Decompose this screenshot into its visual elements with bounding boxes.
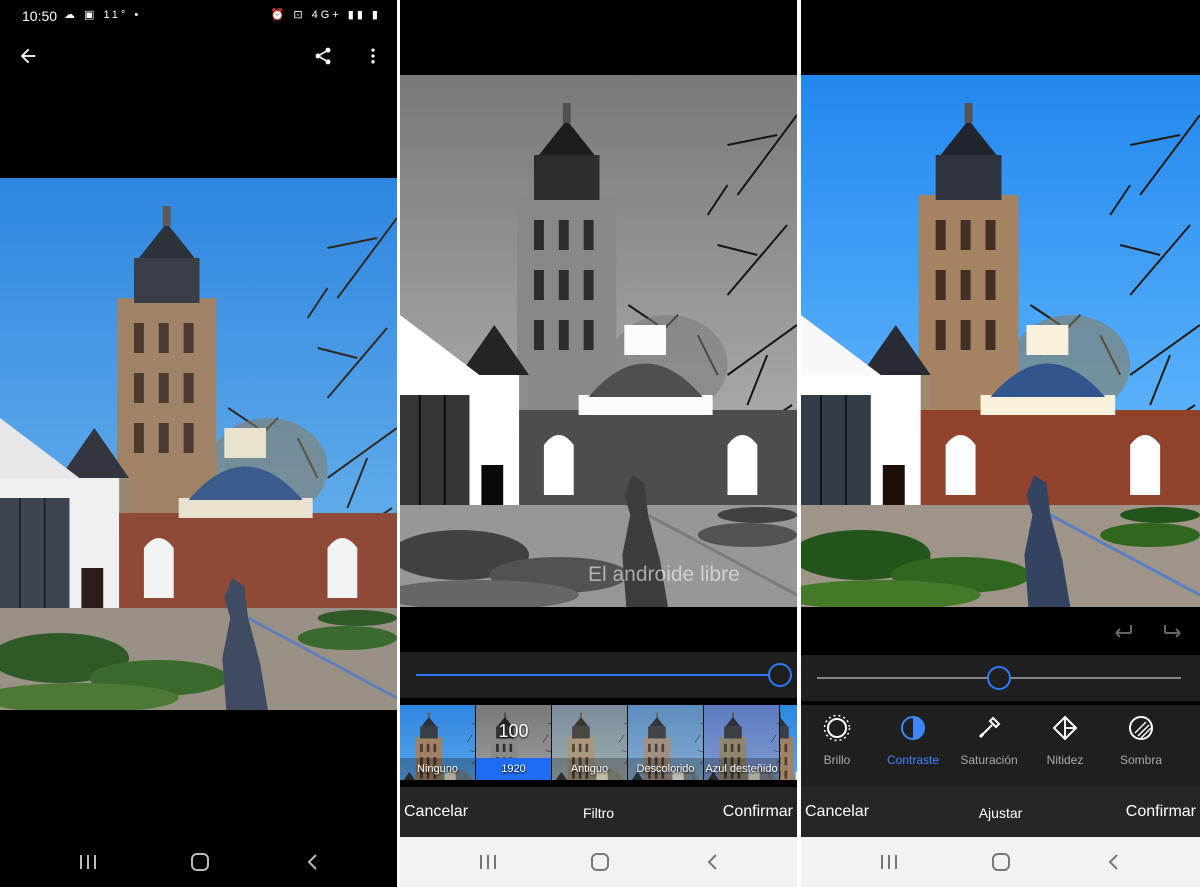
- system-nav-bar: [400, 837, 797, 887]
- confirm-button[interactable]: Confirmar: [1126, 803, 1196, 821]
- home-button[interactable]: [185, 850, 215, 874]
- saturation-icon: [978, 716, 1001, 739]
- adjust-value-slider[interactable]: [801, 655, 1200, 701]
- tool-brightness[interactable]: Brillo: [801, 713, 875, 767]
- home-icon: [591, 853, 609, 871]
- tool-shadow[interactable]: Sombra: [1103, 713, 1179, 767]
- filter-thumb-0[interactable]: Ninguno: [400, 705, 475, 780]
- undo-icon: [1115, 625, 1132, 638]
- tool-label: Nitidez: [1046, 753, 1084, 767]
- recent-apps-icon: [480, 855, 496, 869]
- nav-back-button[interactable]: [1098, 850, 1128, 874]
- adjust-editor-screen: Brillo Contraste Saturación Nitidez Sombra Re…: [801, 0, 1200, 887]
- arrow-left-icon: [20, 48, 36, 64]
- slider-thumb[interactable]: [768, 663, 792, 687]
- more-options-button[interactable]: [359, 42, 387, 70]
- share-icon: [315, 47, 331, 65]
- tool-label: Saturación: [960, 753, 1018, 767]
- filter-intensity-slider[interactable]: [400, 652, 797, 698]
- adjust-action-bar: Cancelar Ajustar Confirmar: [801, 787, 1200, 837]
- filter-thumb-4[interactable]: Azul desteñido: [704, 705, 779, 780]
- shadow-icon: [1129, 716, 1153, 740]
- tool-saturation[interactable]: Saturación: [951, 713, 1027, 767]
- tool-sharpness[interactable]: Nitidez: [1027, 713, 1103, 767]
- tool-label: Sombra: [1119, 753, 1163, 767]
- recent-apps-button[interactable]: [73, 850, 103, 874]
- adjust-tools-bar: Brillo Contraste Saturación Nitidez Sombra Re: [801, 705, 1200, 787]
- sharpness-icon: [1052, 715, 1078, 741]
- system-nav-bar: [0, 837, 397, 887]
- filter-label: 1920: [476, 758, 551, 780]
- confirm-button[interactable]: Confirmar: [723, 803, 793, 821]
- undo-button[interactable]: [1111, 619, 1135, 644]
- nav-back-icon: [1108, 854, 1118, 870]
- filter-label: Antiguo: [552, 758, 627, 780]
- home-icon: [992, 853, 1010, 871]
- adjusted-photo-preview[interactable]: [801, 75, 1200, 607]
- brightness-icon: [823, 714, 851, 742]
- tool-label: Contraste: [886, 753, 940, 767]
- filter-intensity-value: 100: [498, 721, 529, 741]
- redo-icon: [1164, 625, 1181, 638]
- nav-back-button[interactable]: [697, 850, 727, 874]
- home-button[interactable]: [986, 850, 1016, 874]
- watermark-text: El androide libre: [588, 563, 740, 586]
- filter-editor-screen: El androide libre Ninguno 100 1920 Antiguo D…: [400, 0, 797, 887]
- filter-thumb-1[interactable]: 100 1920: [476, 705, 551, 780]
- photo-image[interactable]: [0, 178, 397, 710]
- filter-thumbnail-strip: Ninguno 100 1920 Antiguo Descolorido Azul des…: [400, 705, 797, 780]
- recent-apps-button[interactable]: [473, 850, 503, 874]
- system-nav-bar: [801, 837, 1200, 887]
- recent-apps-icon: [881, 855, 897, 869]
- tool-label: Brillo: [823, 753, 851, 767]
- home-button[interactable]: [585, 850, 615, 874]
- status-left-icons: ☁ ▣ 11° •: [64, 9, 142, 21]
- filter-thumb-3[interactable]: Descolorido: [628, 705, 703, 780]
- back-button[interactable]: [14, 42, 42, 70]
- photo-viewer-screen: 10:50 ☁ ▣ 11° • ⏰ ⊡ 4G+ ▮▮ ▮: [0, 0, 397, 887]
- share-button[interactable]: [309, 42, 337, 70]
- nav-back-icon: [307, 854, 317, 870]
- slider-track: [416, 674, 780, 676]
- recent-apps-icon: [80, 855, 96, 869]
- nav-back-button[interactable]: [297, 850, 327, 874]
- contrast-icon: [901, 716, 925, 740]
- tool-more[interactable]: Re: [1179, 713, 1200, 767]
- filter-label: Descolorido: [628, 758, 703, 780]
- filtered-photo-preview[interactable]: El androide libre: [400, 75, 797, 607]
- filter-thumb-partial[interactable]: [780, 705, 797, 780]
- slider-thumb[interactable]: [987, 666, 1011, 690]
- filter-thumb-2[interactable]: Antiguo: [552, 705, 627, 780]
- status-time: 10:50: [22, 8, 58, 24]
- filter-label: Ninguno: [400, 758, 475, 780]
- status-right-icons: ⏰ ⊡ 4G+ ▮▮ ▮: [270, 9, 381, 21]
- home-icon: [191, 853, 209, 871]
- recent-apps-button[interactable]: [874, 850, 904, 874]
- status-bar: 10:50 ☁ ▣ 11° • ⏰ ⊡ 4G+ ▮▮ ▮: [0, 0, 397, 28]
- tool-contrast[interactable]: Contraste: [875, 713, 951, 767]
- undo-redo-bar: [801, 607, 1200, 655]
- filter-label: Azul desteñido: [704, 758, 779, 780]
- filter-action-bar: Cancelar Filtro Confirmar: [400, 787, 797, 837]
- filter-thumb-image: [780, 705, 797, 780]
- nav-back-icon: [707, 854, 717, 870]
- more-vert-icon: [371, 48, 375, 64]
- redo-button[interactable]: [1161, 619, 1185, 644]
